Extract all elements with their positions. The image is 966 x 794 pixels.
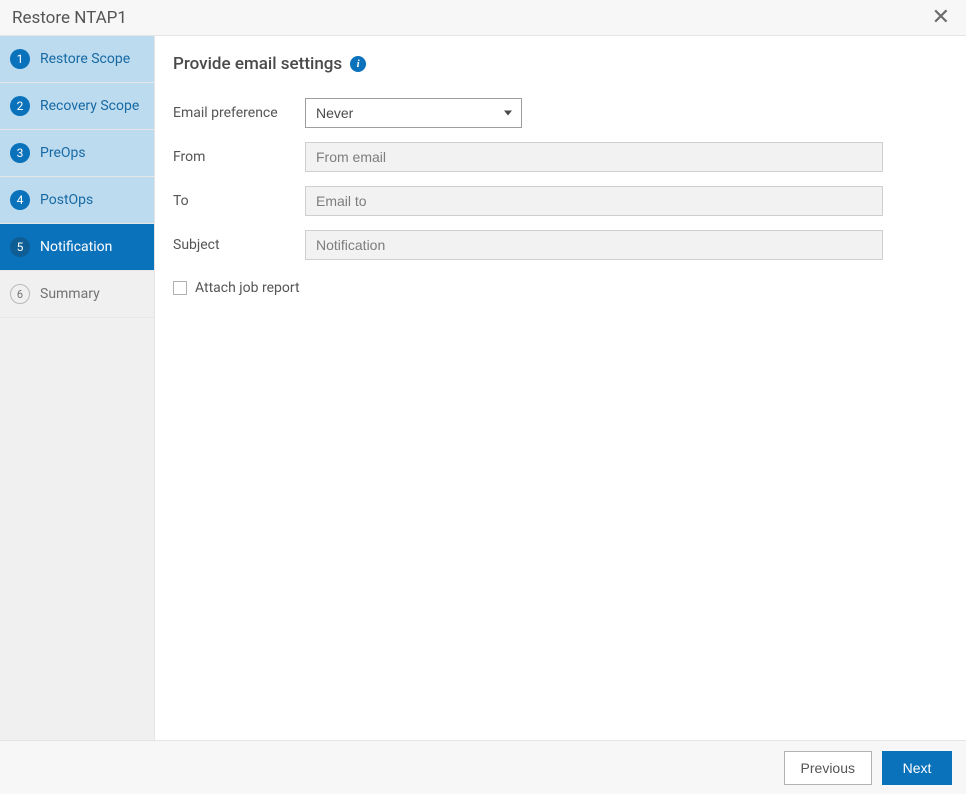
label-attach-report: Attach job report xyxy=(195,280,300,296)
label-to: To xyxy=(173,193,305,209)
step-postops[interactable]: 4 PostOps xyxy=(0,177,154,224)
step-number: 2 xyxy=(10,96,30,116)
row-email-preference: Email preference Never xyxy=(173,98,942,128)
row-to: To xyxy=(173,186,942,216)
next-button[interactable]: Next xyxy=(882,751,952,785)
input-from[interactable] xyxy=(305,142,883,172)
step-number: 6 xyxy=(10,284,30,304)
step-label: Summary xyxy=(40,286,100,302)
step-number: 1 xyxy=(10,49,30,69)
restore-wizard-window: Restore NTAP1 ✕ 1 Restore Scope 2 Recove… xyxy=(0,0,966,794)
step-restore-scope[interactable]: 1 Restore Scope xyxy=(0,36,154,83)
select-email-preference[interactable]: Never xyxy=(305,98,522,128)
step-notification[interactable]: 5 Notification xyxy=(0,224,154,271)
page-heading: Provide email settings xyxy=(173,54,342,74)
titlebar: Restore NTAP1 ✕ xyxy=(0,0,966,36)
step-label: PreOps xyxy=(40,145,86,161)
previous-button[interactable]: Previous xyxy=(784,751,872,785)
step-recovery-scope[interactable]: 2 Recovery Scope xyxy=(0,83,154,130)
input-subject[interactable] xyxy=(305,230,883,260)
wizard-steps-sidebar: 1 Restore Scope 2 Recovery Scope 3 PreOp… xyxy=(0,36,155,740)
step-label: Restore Scope xyxy=(40,51,130,67)
heading-row: Provide email settings i xyxy=(173,54,942,74)
step-number: 3 xyxy=(10,143,30,163)
step-label: Recovery Scope xyxy=(40,98,139,114)
label-email-preference: Email preference xyxy=(173,105,305,121)
step-number: 5 xyxy=(10,237,30,257)
select-email-preference-wrap: Never xyxy=(305,98,522,128)
step-label: Notification xyxy=(40,239,112,255)
wizard-main-panel: Provide email settings i Email preferenc… xyxy=(155,36,966,740)
label-subject: Subject xyxy=(173,237,305,253)
step-label: PostOps xyxy=(40,192,93,208)
wizard-body: 1 Restore Scope 2 Recovery Scope 3 PreOp… xyxy=(0,36,966,740)
wizard-footer: Previous Next xyxy=(0,740,966,794)
step-number: 4 xyxy=(10,190,30,210)
row-subject: Subject xyxy=(173,230,942,260)
step-summary[interactable]: 6 Summary xyxy=(0,271,154,318)
checkbox-attach-report[interactable] xyxy=(173,281,187,295)
window-title: Restore NTAP1 xyxy=(12,8,928,28)
step-preops[interactable]: 3 PreOps xyxy=(0,130,154,177)
input-to[interactable] xyxy=(305,186,883,216)
label-from: From xyxy=(173,149,305,165)
info-icon[interactable]: i xyxy=(350,56,366,72)
close-icon[interactable]: ✕ xyxy=(928,7,954,29)
row-attach-report: Attach job report xyxy=(173,280,942,296)
row-from: From xyxy=(173,142,942,172)
